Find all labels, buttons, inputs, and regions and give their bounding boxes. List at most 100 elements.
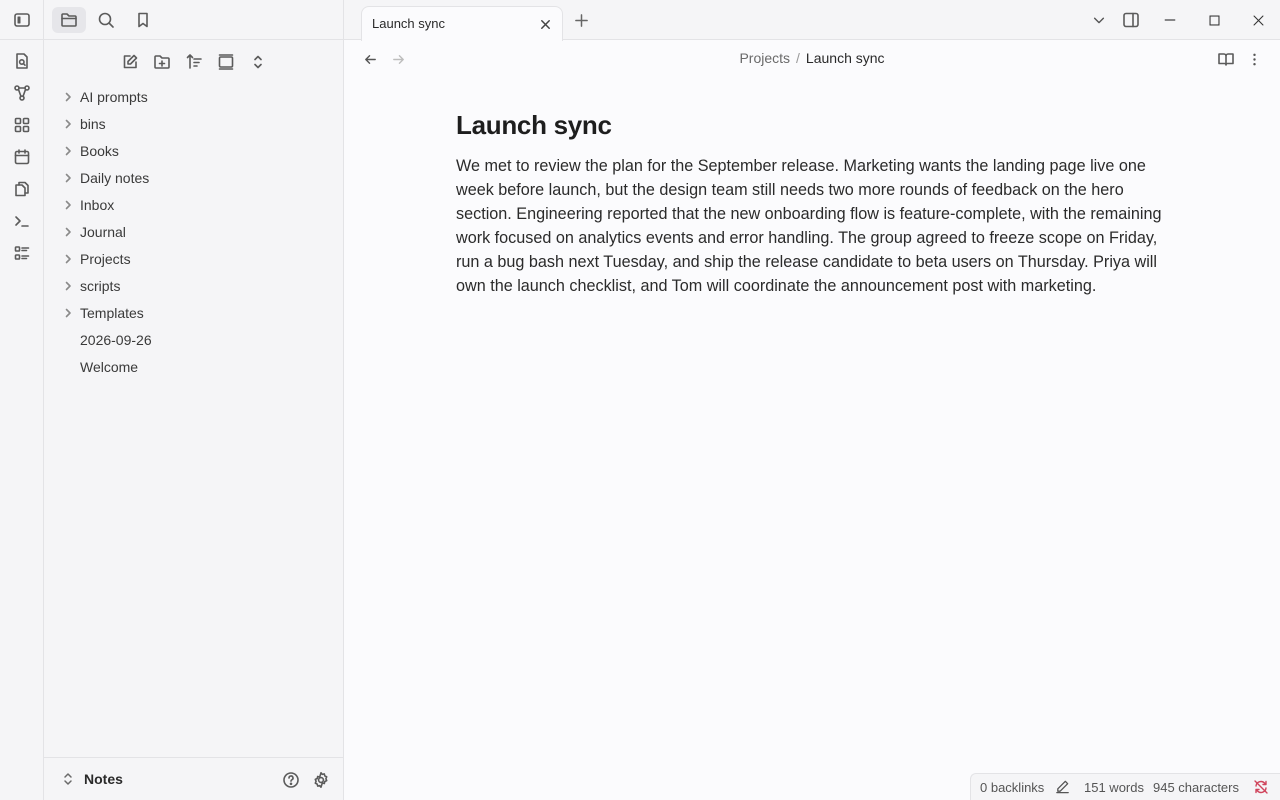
more-options-button[interactable]	[1244, 49, 1264, 69]
breadcrumb-separator: /	[796, 50, 800, 66]
backlinks-count[interactable]: 0 backlinks	[980, 780, 1044, 795]
tree-folder-scripts[interactable]: scripts	[44, 273, 344, 300]
tree-file-2026-09-26[interactable]: 2026-09-26	[44, 327, 344, 354]
calendar-icon	[14, 149, 30, 165]
breadcrumb-current[interactable]: Launch sync	[806, 50, 885, 66]
help-circle-icon	[283, 772, 299, 788]
tree-item-label: Welcome	[80, 359, 139, 375]
tab-bookmarks[interactable]	[126, 7, 160, 33]
open-bases-button[interactable]	[11, 242, 33, 264]
sidebar-left-icon	[14, 13, 30, 27]
tree-folder-templates[interactable]: Templates	[44, 300, 344, 327]
ribbon	[0, 0, 44, 800]
book-open-icon	[1218, 53, 1234, 66]
open-daily-note-button[interactable]	[11, 146, 33, 168]
minimize-window-button[interactable]	[1159, 10, 1181, 30]
open-canvas-button[interactable]	[11, 114, 33, 136]
toggle-left-sidebar-button[interactable]	[11, 10, 33, 30]
tab-list-dropdown[interactable]	[1088, 10, 1110, 30]
tree-folder-daily-notes[interactable]: Daily notes	[44, 165, 344, 192]
tab-file-explorer[interactable]	[52, 7, 86, 33]
tab-strip: Launch sync	[344, 0, 1280, 41]
close-tab-button[interactable]	[536, 15, 554, 33]
reading-view-button[interactable]	[1216, 49, 1236, 69]
status-bar: 0 backlinks 151 words 945 characters	[970, 773, 1280, 800]
settings-button[interactable]	[310, 769, 332, 791]
sort-icon	[186, 54, 202, 69]
breadcrumb-parent[interactable]: Projects	[739, 50, 790, 66]
tree-folder-projects[interactable]: Projects	[44, 246, 344, 273]
close-icon	[540, 19, 550, 29]
close-icon	[1253, 15, 1263, 25]
sidebar-right-icon	[1123, 12, 1139, 28]
chevron-down-icon	[1093, 17, 1105, 24]
vault-name[interactable]: Notes	[84, 771, 123, 787]
maximize-icon	[1209, 15, 1219, 25]
note-paragraph[interactable]: We met to review the plan for the Septem…	[456, 154, 1166, 298]
new-note-button[interactable]	[117, 50, 143, 74]
sidebar-tab-header	[44, 0, 344, 40]
tab-launch-sync[interactable]: Launch sync	[361, 6, 563, 41]
folder-plus-icon	[154, 55, 170, 69]
tree-folder-ai-prompts[interactable]: AI prompts	[44, 84, 344, 111]
ribbon-divider	[0, 39, 44, 40]
tree-folder-books[interactable]: Books	[44, 138, 344, 165]
file-search-icon	[16, 53, 28, 69]
vault-switcher-button[interactable]	[62, 771, 74, 787]
note-editor[interactable]: Launch sync We met to review the plan fo…	[456, 108, 1166, 298]
sync-status-button[interactable]	[1253, 779, 1269, 795]
reveal-file-icon	[218, 54, 234, 70]
tree-item-label: Projects	[80, 251, 131, 267]
more-vertical-icon	[1252, 53, 1256, 65]
file-explorer-actions	[44, 48, 344, 74]
new-tab-button[interactable]	[571, 10, 591, 30]
chevron-right-icon	[62, 253, 74, 265]
change-sort-order-button[interactable]	[181, 50, 207, 74]
dashboard-icon	[14, 117, 30, 133]
tree-item-label: AI prompts	[80, 89, 148, 105]
graph-icon	[14, 85, 30, 101]
tree-folder-inbox[interactable]: Inbox	[44, 192, 344, 219]
close-window-button[interactable]	[1247, 10, 1269, 30]
vault-profile-bar: Notes	[44, 757, 344, 800]
new-folder-button[interactable]	[149, 50, 175, 74]
expand-all-button[interactable]	[245, 50, 271, 74]
chevron-right-icon	[62, 280, 74, 292]
sync-off-icon	[1254, 780, 1268, 794]
tree-file-welcome[interactable]: Welcome	[44, 354, 344, 381]
help-button[interactable]	[280, 769, 302, 791]
tree-folder-journal[interactable]: Journal	[44, 219, 344, 246]
maximize-window-button[interactable]	[1203, 10, 1225, 30]
tree-item-label: Templates	[80, 305, 144, 321]
chevron-right-icon	[62, 307, 74, 319]
tree-folder-bins[interactable]: bins	[44, 111, 344, 138]
pencil-icon	[1056, 780, 1069, 794]
tab-search[interactable]	[89, 7, 123, 33]
view-header: Projects / Launch sync	[344, 40, 1280, 78]
tree-item-label: Daily notes	[80, 170, 150, 186]
breadcrumb: Projects / Launch sync	[344, 50, 1280, 66]
left-sidebar: AI prompts bins Books Daily notes Inbox …	[44, 0, 344, 800]
note-title[interactable]: Launch sync	[456, 108, 1166, 142]
copy-files-icon	[15, 181, 29, 197]
chevron-right-icon	[62, 145, 74, 157]
edit-icon	[123, 54, 138, 69]
toggle-right-sidebar-button[interactable]	[1120, 10, 1142, 30]
open-command-palette-button[interactable]	[11, 210, 33, 232]
terminal-icon	[15, 216, 29, 227]
tree-item-label: Books	[80, 143, 119, 159]
word-count: 151 words	[1084, 780, 1144, 795]
auto-reveal-button[interactable]	[213, 50, 239, 74]
open-quick-switcher-button[interactable]	[11, 50, 33, 72]
plus-icon	[574, 13, 588, 27]
minimize-icon	[1164, 19, 1176, 21]
open-graph-view-button[interactable]	[11, 82, 33, 104]
search-icon	[98, 12, 114, 28]
editing-mode-indicator[interactable]	[1055, 779, 1070, 794]
chevron-right-icon	[62, 118, 74, 130]
list-layout-icon	[14, 246, 30, 260]
tree-item-label: scripts	[80, 278, 121, 294]
chevron-right-icon	[62, 199, 74, 211]
tab-title: Launch sync	[372, 16, 445, 31]
insert-template-button[interactable]	[11, 178, 33, 200]
